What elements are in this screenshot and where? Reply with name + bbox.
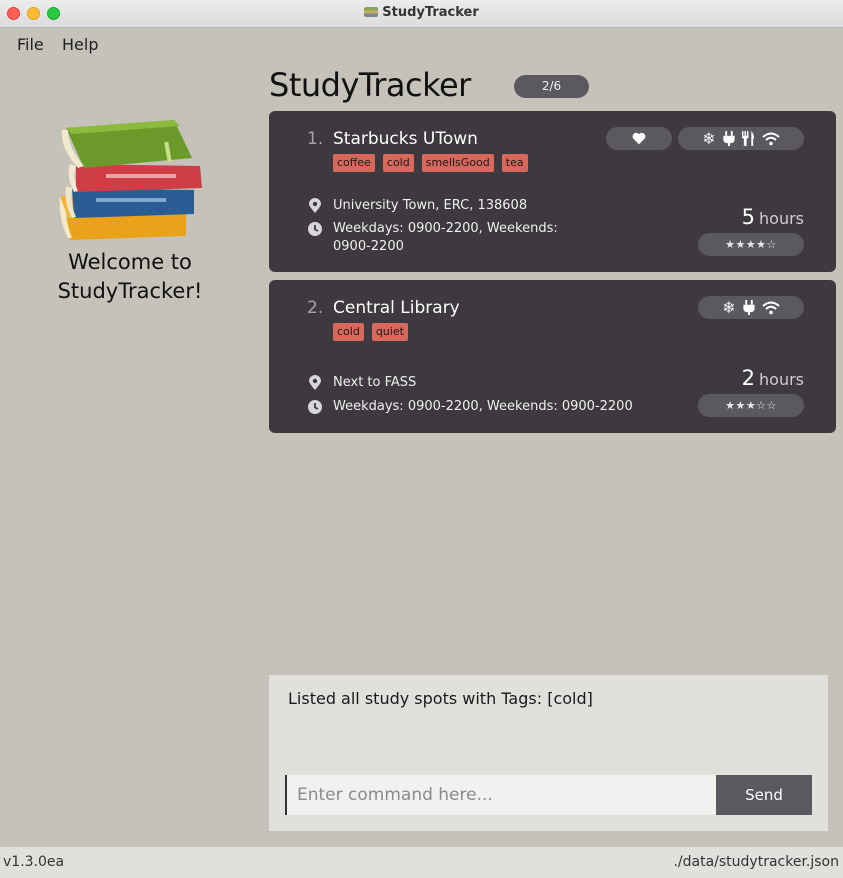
clock-icon bbox=[308, 222, 322, 236]
spot-name: Central Library bbox=[333, 298, 460, 318]
app-icon bbox=[364, 7, 379, 17]
menu-help[interactable]: Help bbox=[62, 35, 98, 54]
favourite-badge bbox=[606, 127, 672, 150]
study-duration: 2 hours bbox=[741, 366, 804, 390]
menu-file[interactable]: File bbox=[17, 35, 44, 54]
window-title-bar: StudyTracker bbox=[0, 0, 843, 28]
tag: quiet bbox=[371, 323, 408, 341]
books-logo-icon bbox=[59, 120, 202, 240]
send-button[interactable]: Send bbox=[716, 775, 812, 815]
window-title: StudyTracker bbox=[0, 5, 843, 20]
location-pin-icon bbox=[309, 198, 321, 213]
tag: cold bbox=[382, 154, 414, 172]
version-label: v1.3.0ea bbox=[3, 854, 65, 870]
status-bar: v1.3.0ea ./data/studytracker.json bbox=[0, 847, 843, 878]
location-pin-icon bbox=[309, 375, 321, 390]
opening-hours-text: Weekdays: 0900-2200, Weekends: 0900-2200 bbox=[333, 221, 558, 254]
opening-hours-text: Weekdays: 0900-2200, Weekends: 0900-2200 bbox=[333, 399, 633, 414]
result-panel: Listed all study spots with Tags: [cold]… bbox=[269, 675, 828, 831]
address-row: University Town, ERC, 138608 bbox=[307, 197, 527, 215]
rating-badge: ★★★★☆ bbox=[698, 233, 804, 256]
clock-icon bbox=[308, 400, 322, 414]
snowflake-icon: ❄ bbox=[722, 298, 736, 317]
tag: smellsGood bbox=[421, 154, 494, 172]
welcome-line-1: Welcome to bbox=[68, 250, 192, 274]
plug-icon bbox=[723, 131, 735, 146]
heart-icon bbox=[632, 132, 646, 145]
tag-list: coffee cold smellsGood tea bbox=[333, 154, 528, 172]
card-index: 2. bbox=[307, 298, 324, 318]
address-text: Next to FASS bbox=[333, 375, 417, 390]
data-file-path: ./data/studytracker.json bbox=[673, 854, 839, 870]
card-index: 1. bbox=[307, 129, 324, 149]
tag: tea bbox=[501, 154, 528, 172]
opening-hours-row: Weekdays: 0900-2200, Weekends: 0900-2200 bbox=[307, 398, 633, 416]
spot-name: Starbucks UTown bbox=[333, 129, 478, 149]
command-input[interactable] bbox=[285, 775, 716, 815]
menu-bar: File Help bbox=[0, 29, 843, 59]
welcome-line-2: StudyTracker! bbox=[57, 279, 203, 303]
snowflake-icon: ❄ bbox=[702, 129, 716, 148]
utensils-icon bbox=[741, 131, 754, 146]
opening-hours-row: Weekdays: 0900-2200, Weekends: 0900-2200 bbox=[307, 220, 558, 256]
welcome-message: Welcome to StudyTracker! bbox=[30, 248, 230, 306]
spot-count-badge: 2/6 bbox=[514, 75, 589, 98]
wifi-icon bbox=[762, 132, 780, 145]
tag-list: cold quiet bbox=[333, 323, 408, 341]
study-spot-card[interactable]: 2. Central Library ❄ cold quiet Next to … bbox=[269, 280, 836, 433]
address-text: University Town, ERC, 138608 bbox=[333, 198, 528, 213]
address-row: Next to FASS bbox=[307, 374, 416, 392]
amenities-badge: ❄ bbox=[678, 127, 804, 150]
study-spot-card[interactable]: 1. Starbucks UTown ❄ coffee cold smellsG… bbox=[269, 111, 836, 272]
plug-icon bbox=[743, 300, 755, 315]
wifi-icon bbox=[762, 301, 780, 314]
tag: cold bbox=[333, 323, 364, 341]
tag: coffee bbox=[333, 154, 375, 172]
result-message: Listed all study spots with Tags: [cold] bbox=[288, 689, 593, 708]
rating-badge: ★★★☆☆ bbox=[698, 394, 804, 417]
amenities-badge: ❄ bbox=[698, 296, 804, 319]
study-duration: 5 hours bbox=[741, 205, 804, 229]
window-title-text: StudyTracker bbox=[382, 5, 479, 20]
page-title: StudyTracker bbox=[269, 66, 471, 104]
